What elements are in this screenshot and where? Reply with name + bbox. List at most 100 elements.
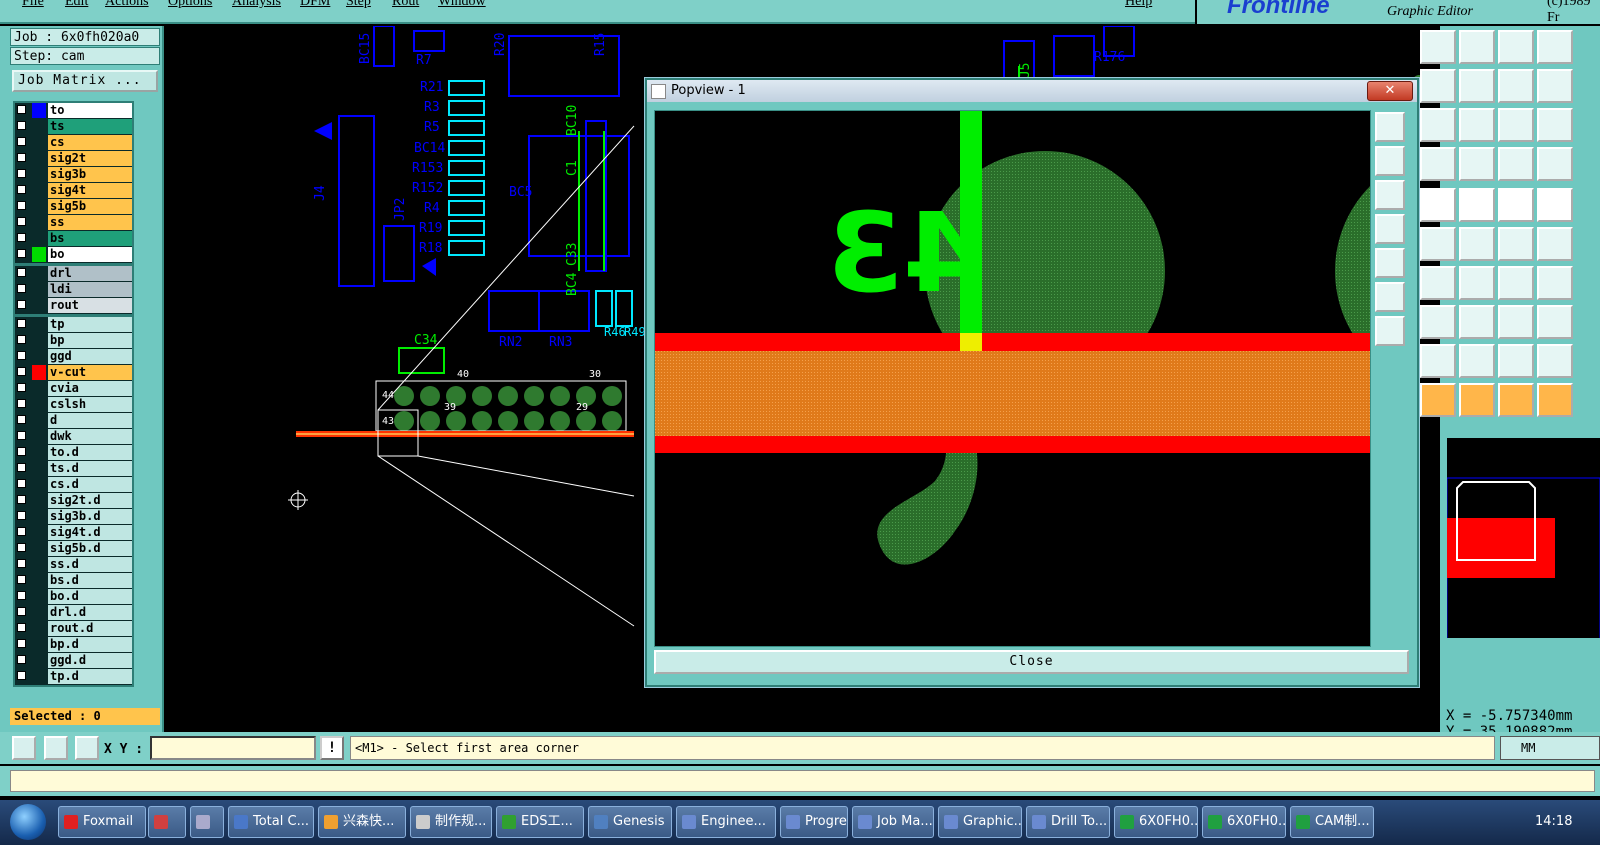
layer-row-ldi[interactable]: ldi bbox=[15, 282, 132, 297]
layer-row-v-cut[interactable]: v-cut bbox=[15, 365, 132, 380]
layer-color-swatch[interactable] bbox=[32, 557, 46, 572]
layer-color-swatch[interactable] bbox=[32, 605, 46, 620]
layer-color-swatch[interactable] bbox=[32, 509, 46, 524]
shapes-icon[interactable] bbox=[1537, 305, 1573, 339]
layer-checkbox[interactable] bbox=[17, 431, 26, 440]
popview-pan-left-button[interactable] bbox=[1375, 214, 1405, 244]
layer-checkbox[interactable] bbox=[17, 527, 26, 536]
layer-checkbox[interactable] bbox=[17, 201, 26, 210]
grid-icon[interactable] bbox=[75, 736, 99, 760]
layer-color-swatch[interactable] bbox=[32, 151, 46, 166]
layer-checkbox[interactable] bbox=[17, 495, 26, 504]
layer-checkbox[interactable] bbox=[17, 655, 26, 664]
layer-row-drl.d[interactable]: drl.d bbox=[15, 605, 132, 620]
layer-color-swatch[interactable] bbox=[32, 317, 46, 332]
layer-name[interactable]: bs bbox=[48, 231, 132, 246]
layer-checkbox[interactable] bbox=[17, 105, 26, 114]
layer-name[interactable]: ggd.d bbox=[48, 653, 132, 668]
layer-name[interactable]: sig4t.d bbox=[48, 525, 132, 540]
layer-row-cs[interactable]: cs bbox=[15, 135, 132, 150]
layer-row-sig3b[interactable]: sig3b bbox=[15, 167, 132, 182]
menu-step[interactable]: Step bbox=[346, 0, 371, 10]
taskbar-item[interactable]: CAM制... bbox=[1290, 806, 1374, 838]
draw-icon[interactable] bbox=[1459, 266, 1495, 300]
menu-file[interactable]: File bbox=[22, 0, 44, 10]
zoom-box[interactable] bbox=[1537, 30, 1573, 64]
layer-row-ts[interactable]: ts bbox=[15, 119, 132, 134]
taskbar-item[interactable]: EDS工... bbox=[496, 806, 584, 838]
layer-name[interactable]: bp bbox=[48, 333, 132, 348]
query-icon[interactable] bbox=[1537, 108, 1573, 142]
layer-checkbox[interactable] bbox=[17, 575, 26, 584]
layer-color-swatch[interactable] bbox=[32, 461, 46, 476]
layer-checkbox[interactable] bbox=[17, 479, 26, 488]
taskbar-item[interactable] bbox=[148, 806, 186, 838]
snap-right[interactable] bbox=[1459, 69, 1495, 103]
snap-icon[interactable] bbox=[12, 736, 36, 760]
layer-row-to.d[interactable]: to.d bbox=[15, 445, 132, 460]
layer-checkbox[interactable] bbox=[17, 511, 26, 520]
layer-checkbox[interactable] bbox=[17, 623, 26, 632]
layer-name[interactable]: cs.d bbox=[48, 477, 132, 492]
layer-color-swatch[interactable] bbox=[32, 445, 46, 460]
layer-row-bo[interactable]: bo bbox=[15, 247, 132, 262]
layer-checkbox[interactable] bbox=[17, 639, 26, 648]
layer-name[interactable]: rout.d bbox=[48, 621, 132, 636]
layer-checkbox[interactable] bbox=[17, 300, 26, 309]
layer-color-swatch[interactable] bbox=[32, 119, 46, 134]
layer-name[interactable]: cvia bbox=[48, 381, 132, 396]
layer-row-sig2t.d[interactable]: sig2t.d bbox=[15, 493, 132, 508]
line-icon[interactable] bbox=[1498, 227, 1534, 261]
layer-row-sig4t.d[interactable]: sig4t.d bbox=[15, 525, 132, 540]
layer-name[interactable]: sig3b.d bbox=[48, 509, 132, 524]
layer-color-swatch[interactable] bbox=[32, 365, 46, 380]
measure-icon[interactable] bbox=[1498, 305, 1534, 339]
layer-checkbox[interactable] bbox=[17, 559, 26, 568]
start-button[interactable] bbox=[10, 804, 46, 840]
layer-checkbox[interactable] bbox=[17, 671, 26, 680]
taskbar-item[interactable]: Total C... bbox=[228, 806, 314, 838]
menu-help[interactable]: Help bbox=[1125, 0, 1152, 10]
layer-row-sig5b[interactable]: sig5b bbox=[15, 199, 132, 214]
layer-row-cslsh[interactable]: cslsh bbox=[15, 397, 132, 412]
taskbar-item[interactable]: Genesis bbox=[588, 806, 672, 838]
taskbar-item[interactable]: 制作规... bbox=[410, 806, 492, 838]
scale-icon[interactable] bbox=[1498, 108, 1534, 142]
layer-checkbox[interactable] bbox=[17, 169, 26, 178]
popview-pan-up-button[interactable] bbox=[1375, 146, 1405, 176]
layer-checkbox[interactable] bbox=[17, 367, 26, 376]
layer-color-swatch[interactable] bbox=[32, 477, 46, 492]
layer-color-swatch[interactable] bbox=[32, 397, 46, 412]
layer-checkbox[interactable] bbox=[17, 415, 26, 424]
ruler-icon[interactable] bbox=[1498, 188, 1534, 222]
taskbar-item[interactable]: Progress bbox=[780, 806, 848, 838]
select-arrow-icon[interactable] bbox=[1459, 383, 1495, 417]
layer-color-swatch[interactable] bbox=[32, 541, 46, 556]
layer-row-drl[interactable]: drl bbox=[15, 266, 132, 281]
layer-checkbox[interactable] bbox=[17, 591, 26, 600]
layer-name[interactable]: bo.d bbox=[48, 589, 132, 604]
layer-color-swatch[interactable] bbox=[32, 653, 46, 668]
taskbar-item[interactable]: 兴森快... bbox=[318, 806, 406, 838]
layer-color-swatch[interactable] bbox=[32, 282, 46, 297]
layer-checkbox[interactable] bbox=[17, 233, 26, 242]
layer-color-swatch[interactable] bbox=[32, 333, 46, 348]
layer-checkbox[interactable] bbox=[17, 268, 26, 277]
layer-row-d[interactable]: d bbox=[15, 413, 132, 428]
layer-checkbox[interactable] bbox=[17, 137, 26, 146]
layer-row-sig2t[interactable]: sig2t bbox=[15, 151, 132, 166]
undo-rotate[interactable] bbox=[1498, 69, 1534, 103]
layer-checkbox[interactable] bbox=[17, 607, 26, 616]
measure-icon[interactable] bbox=[44, 736, 68, 760]
layer-color-swatch[interactable] bbox=[32, 183, 46, 198]
close-icon[interactable]: ✕ bbox=[1367, 81, 1413, 101]
menu-edit[interactable]: Edit bbox=[65, 0, 88, 10]
layer-color-swatch[interactable] bbox=[32, 493, 46, 508]
dot-icon[interactable] bbox=[1537, 188, 1573, 222]
layer-name[interactable]: sig2t.d bbox=[48, 493, 132, 508]
popview-center-button[interactable] bbox=[1375, 316, 1405, 346]
layer-color-swatch[interactable] bbox=[32, 349, 46, 364]
layer-checkbox[interactable] bbox=[17, 217, 26, 226]
layer-color-swatch[interactable] bbox=[32, 247, 46, 262]
layer-color-swatch[interactable] bbox=[32, 298, 46, 313]
